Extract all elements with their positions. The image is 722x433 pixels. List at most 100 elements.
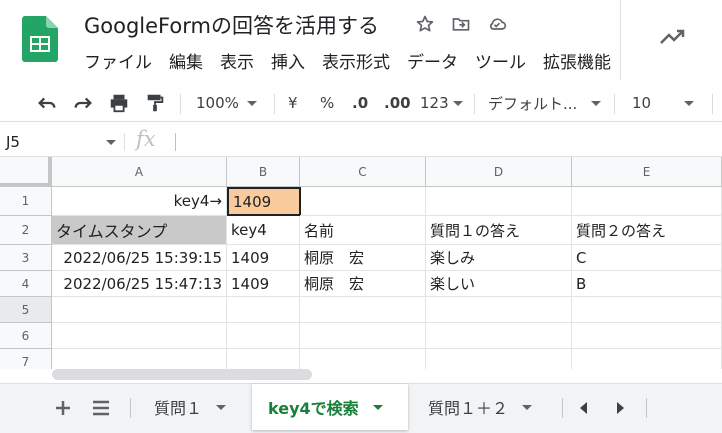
- cloud-status-icon[interactable]: [485, 12, 509, 36]
- document-title[interactable]: GoogleFormの回答を活用する: [84, 10, 379, 40]
- column-header-b[interactable]: B: [227, 157, 300, 187]
- row-header-6[interactable]: 6: [0, 323, 52, 349]
- menu-file[interactable]: ファイル: [84, 48, 152, 73]
- scroll-tabs-right-icon[interactable]: [608, 396, 632, 420]
- cell-b6[interactable]: [227, 323, 300, 349]
- row-header-1[interactable]: 1: [0, 187, 52, 216]
- cell-d7[interactable]: [426, 349, 572, 369]
- fx-icon: fx: [136, 127, 156, 151]
- cell-a5[interactable]: [52, 297, 227, 323]
- font-value: デフォルト...: [488, 94, 578, 113]
- cell-b1[interactable]: 1409: [227, 187, 301, 216]
- cell-c3[interactable]: 桐原 宏: [300, 245, 426, 271]
- font-select[interactable]: デフォルト...: [488, 88, 602, 118]
- cell-d4[interactable]: 楽しい: [426, 271, 572, 297]
- formula-divider: [124, 133, 125, 151]
- column-header-d[interactable]: D: [426, 157, 572, 187]
- menu-insert[interactable]: 挿入: [271, 48, 305, 73]
- paint-format-icon[interactable]: [144, 88, 166, 118]
- column-header-e[interactable]: E: [572, 157, 722, 187]
- sheet-tab-key4-search[interactable]: key4で検索: [252, 384, 408, 430]
- cell-e6[interactable]: [572, 323, 722, 349]
- font-size-select[interactable]: 10: [632, 88, 694, 118]
- cell-e7[interactable]: [572, 349, 722, 369]
- cell-b4[interactable]: 1409: [227, 271, 300, 297]
- cell-d3[interactable]: 楽しみ: [426, 245, 572, 271]
- sheet-tab-label: key4で検索: [268, 399, 359, 418]
- row-header-5[interactable]: 5: [0, 297, 52, 323]
- cell-e1[interactable]: [572, 187, 722, 216]
- chevron-down-icon: [106, 139, 116, 145]
- cell-e5[interactable]: [572, 297, 722, 323]
- chevron-down-icon: [216, 404, 227, 410]
- percent-button[interactable]: %: [320, 88, 334, 118]
- tab-divider: [130, 398, 131, 418]
- cell-e2[interactable]: 質問２の答え: [572, 216, 722, 245]
- menu-data[interactable]: データ: [407, 48, 458, 73]
- cell-b3[interactable]: 1409: [227, 245, 300, 271]
- scroll-tabs-left-icon[interactable]: [572, 396, 596, 420]
- cell-a3[interactable]: 2022/06/25 15:39:15: [52, 245, 227, 271]
- cell-d1[interactable]: [426, 187, 572, 216]
- sheet-tab-label: 質問１: [154, 399, 203, 418]
- cell-c1[interactable]: [300, 187, 426, 216]
- name-box[interactable]: J5: [6, 131, 122, 153]
- chevron-down-icon: [246, 100, 257, 106]
- menu-format[interactable]: 表示形式: [322, 48, 390, 73]
- print-icon[interactable]: [108, 88, 130, 118]
- cell-b5[interactable]: [227, 297, 300, 323]
- header-divider: [620, 0, 621, 80]
- row-header-7[interactable]: 7: [0, 349, 52, 369]
- move-folder-icon[interactable]: [449, 12, 473, 36]
- cell-c5[interactable]: [300, 297, 426, 323]
- cell-d2[interactable]: 質問１の答え: [426, 216, 572, 245]
- menu-edit[interactable]: 編集: [169, 48, 203, 73]
- menu-tools[interactable]: ツール: [475, 48, 526, 73]
- more-formats-label: 123: [420, 94, 449, 112]
- add-sheet-icon[interactable]: [51, 396, 75, 420]
- row-header-3[interactable]: 3: [0, 245, 52, 271]
- tab-divider: [562, 398, 563, 418]
- toolbar: 100% ¥ % .0 .00 123 デフォルト... 10: [0, 86, 722, 122]
- sheets-logo-icon[interactable]: [22, 16, 58, 62]
- star-icon[interactable]: [413, 12, 437, 36]
- formula-input[interactable]: [184, 131, 714, 153]
- sheet-tab-question1-2[interactable]: 質問１＋２: [412, 384, 548, 430]
- cell-a4[interactable]: 2022/06/25 15:47:13: [52, 271, 227, 297]
- sheet-tab-question1[interactable]: 質問１: [138, 384, 242, 430]
- cell-c2[interactable]: 名前: [300, 216, 426, 245]
- cell-b7[interactable]: [227, 349, 300, 369]
- cell-e4[interactable]: B: [572, 271, 722, 297]
- trending-icon[interactable]: [648, 12, 698, 62]
- currency-button[interactable]: ¥: [288, 88, 298, 118]
- undo-icon[interactable]: [36, 88, 58, 118]
- more-formats-select[interactable]: 123: [420, 88, 463, 118]
- cell-c7[interactable]: [300, 349, 426, 369]
- cell-a7[interactable]: [52, 349, 227, 369]
- cell-d5[interactable]: [426, 297, 572, 323]
- cell-c6[interactable]: [300, 323, 426, 349]
- select-all-corner[interactable]: [0, 157, 52, 187]
- increase-decimal-button[interactable]: .00: [384, 88, 411, 118]
- menu-view[interactable]: 表示: [220, 48, 254, 73]
- column-header-c[interactable]: C: [300, 157, 426, 187]
- toolbar-divider: [712, 94, 713, 114]
- menu-extensions[interactable]: 拡張機能: [543, 48, 611, 73]
- cell-a2[interactable]: タイムスタンプ: [52, 216, 227, 245]
- row-header-4[interactable]: 4: [0, 271, 52, 297]
- toolbar-divider: [180, 94, 181, 114]
- horizontal-scrollbar[interactable]: [52, 369, 312, 380]
- cell-b2[interactable]: key4: [227, 216, 300, 245]
- cell-e3[interactable]: C: [572, 245, 722, 271]
- column-header-a[interactable]: A: [52, 157, 227, 187]
- redo-icon[interactable]: [72, 88, 94, 118]
- cell-a1[interactable]: key4→: [52, 187, 227, 216]
- chevron-down-icon: [684, 100, 694, 106]
- zoom-select[interactable]: 100%: [196, 88, 257, 118]
- cell-c4[interactable]: 桐原 宏: [300, 271, 426, 297]
- cell-d6[interactable]: [426, 323, 572, 349]
- decrease-decimal-button[interactable]: .0: [352, 88, 368, 118]
- all-sheets-icon[interactable]: [89, 396, 113, 420]
- cell-a6[interactable]: [52, 323, 227, 349]
- row-header-2[interactable]: 2: [0, 216, 52, 245]
